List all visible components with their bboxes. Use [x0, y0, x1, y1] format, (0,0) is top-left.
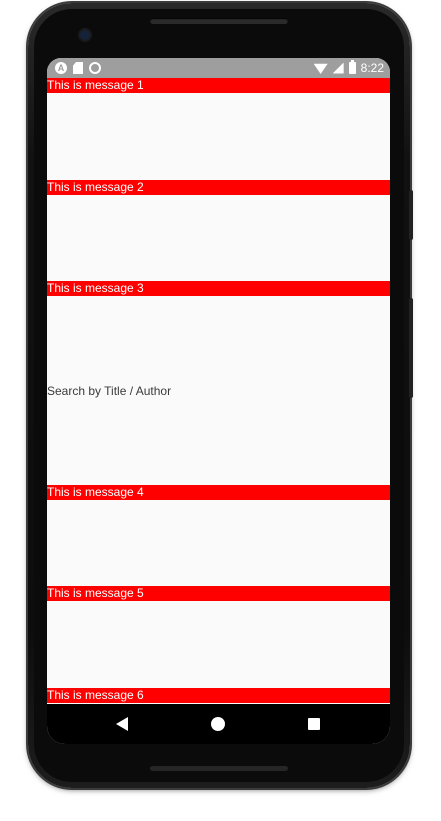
earpiece-speaker [150, 18, 288, 24]
status-time: 8:22 [360, 61, 384, 75]
message-banner-6: This is message 6 [47, 688, 390, 703]
recents-icon[interactable] [308, 718, 320, 730]
search-label[interactable]: Search by Title / Author [47, 384, 171, 398]
battery-icon [348, 60, 356, 74]
home-icon[interactable] [211, 717, 225, 731]
sd-card-icon [73, 62, 83, 74]
volume-button[interactable] [409, 298, 413, 398]
message-banner-2: This is message 2 [47, 180, 390, 195]
cell-signal-icon [332, 62, 344, 74]
system-icons: 8:22 [313, 60, 384, 76]
bottom-speaker [150, 766, 288, 771]
message-banner-1: This is message 1 [47, 78, 390, 93]
notification-icons: A [55, 61, 101, 75]
device-screen: A 8:22 This is message 1 This is message… [47, 58, 390, 744]
message-banner-3: This is message 3 [47, 281, 390, 296]
front-camera-icon [80, 30, 90, 40]
navigation-bar [47, 704, 390, 744]
android-notification-icon: A [55, 62, 67, 74]
power-button[interactable] [409, 190, 413, 240]
message-banner-4: This is message 4 [47, 485, 390, 500]
sync-ring-icon [89, 62, 101, 74]
back-icon[interactable] [116, 717, 128, 731]
message-banner-5: This is message 5 [47, 586, 390, 601]
wifi-icon [313, 63, 328, 74]
status-bar: A 8:22 [47, 58, 390, 78]
